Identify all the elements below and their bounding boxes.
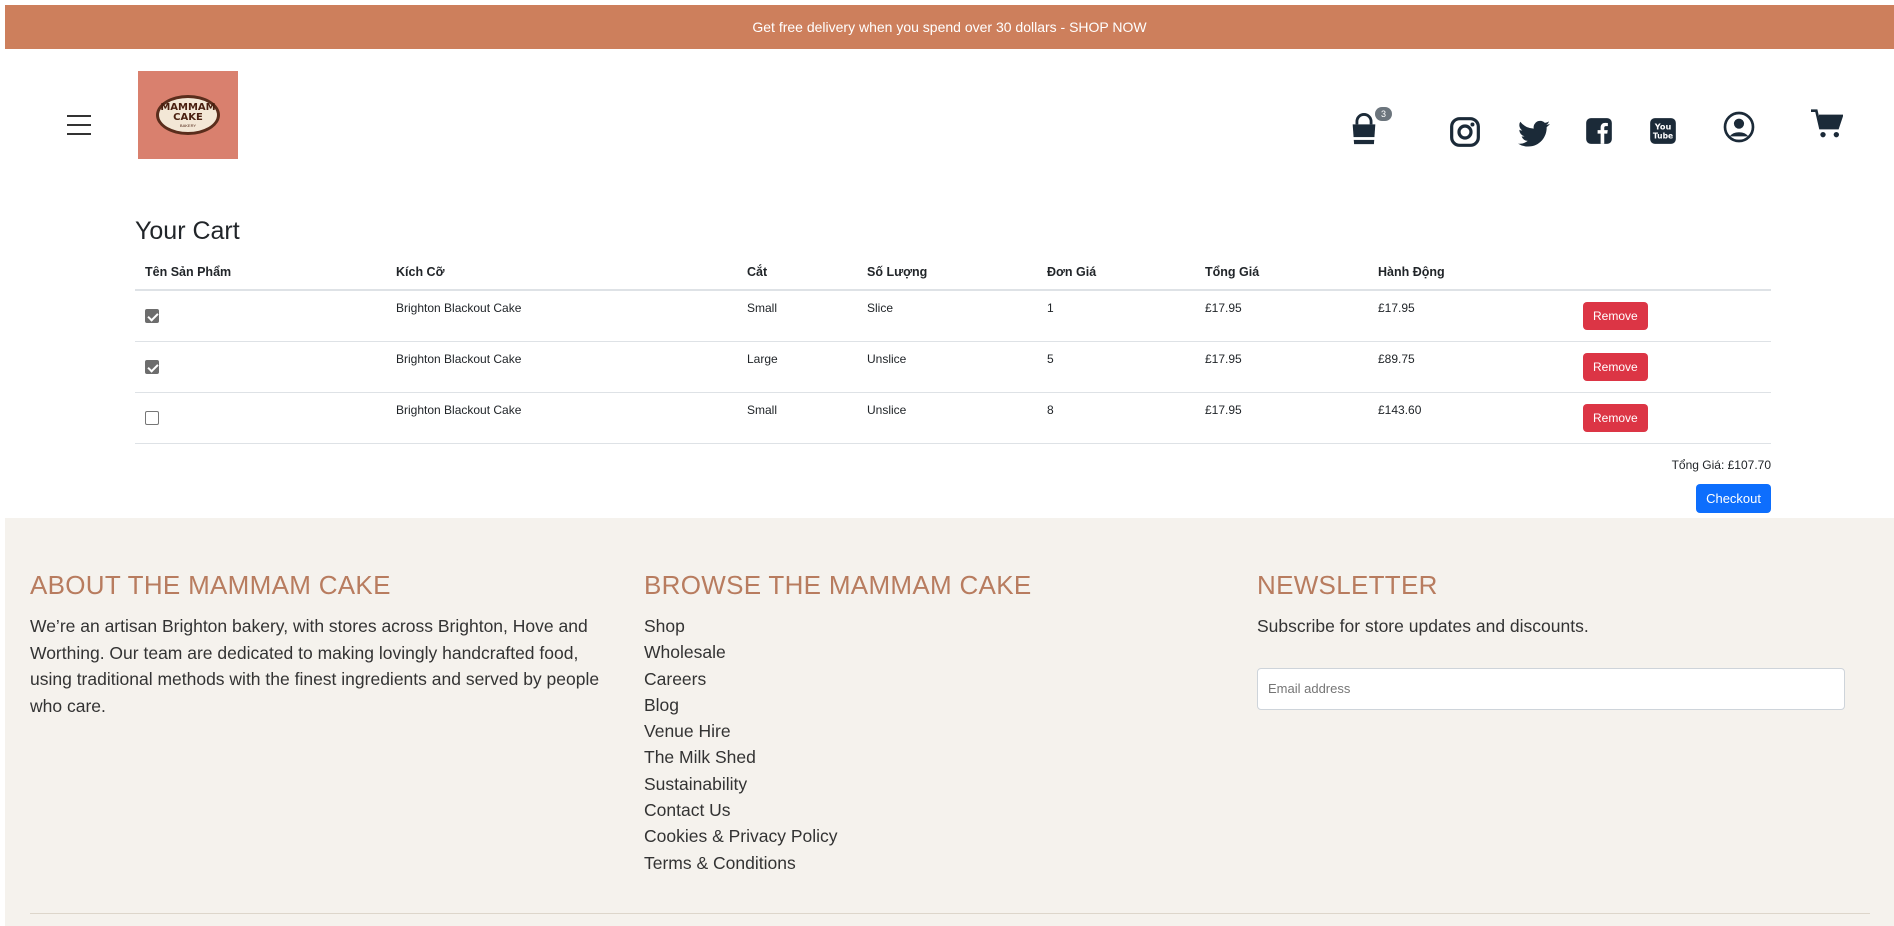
facebook-icon[interactable] xyxy=(1585,117,1613,145)
cart-section: Your Cart Tên Sản Phẩm Kích Cỡ Cắt Số Lư… xyxy=(135,217,1771,513)
cart-title: Your Cart xyxy=(135,217,240,245)
footer-link-milk-shed[interactable]: The Milk Shed xyxy=(644,744,1234,770)
cell-product-name: Brighton Blackout Cake xyxy=(386,290,737,342)
promo-banner[interactable]: Get free delivery when you spend over 30… xyxy=(5,5,1894,49)
col-header-size: Kích Cỡ xyxy=(386,259,737,291)
footer-newsletter-title: NEWSLETTER xyxy=(1257,570,1438,600)
cell-product-name: Brighton Blackout Cake xyxy=(386,341,737,393)
footer-link-careers[interactable]: Careers xyxy=(644,666,1234,692)
cell-cut: Unslice xyxy=(857,392,1037,444)
cart-table: Tên Sản Phẩm Kích Cỡ Cắt Số Lượng Đơn Gi… xyxy=(135,259,1771,444)
shopping-bag-icon[interactable]: 3 xyxy=(1347,107,1392,147)
instagram-icon[interactable] xyxy=(1449,116,1481,148)
cell-quantity: 5 xyxy=(1037,341,1195,393)
col-header-action: Hành Động xyxy=(1368,259,1573,291)
footer-about-title: ABOUT THE MAMMAM CAKE xyxy=(30,570,391,600)
cell-unit-price: £17.95 xyxy=(1195,392,1368,444)
bag-count-badge: 3 xyxy=(1375,107,1392,121)
col-header-product: Tên Sản Phẩm xyxy=(135,259,386,291)
svg-text:You: You xyxy=(1654,121,1672,131)
cell-quantity: 8 xyxy=(1037,392,1195,444)
remove-button[interactable]: Remove xyxy=(1583,301,1648,330)
site-footer: ABOUT THE MAMMAM CAKE We’re an artisan B… xyxy=(5,518,1894,926)
col-header-quantity: Số Lượng xyxy=(857,259,1037,291)
col-header-cut: Cắt xyxy=(737,259,857,291)
row-select-checkbox[interactable] xyxy=(145,410,159,425)
cell-total-price: £17.95 xyxy=(1368,290,1573,342)
svg-text:Tube: Tube xyxy=(1653,132,1673,141)
footer-link-blog[interactable]: Blog xyxy=(644,692,1234,718)
cell-cut: Slice xyxy=(857,290,1037,342)
menu-icon[interactable] xyxy=(67,115,91,135)
site-logo[interactable]: MAMMAM CAKE BAKERY xyxy=(138,71,238,159)
cell-cut: Unslice xyxy=(857,341,1037,393)
cell-total-price: £143.60 xyxy=(1368,392,1573,444)
footer-link-terms[interactable]: Terms & Conditions xyxy=(644,850,1234,876)
remove-button[interactable]: Remove xyxy=(1583,352,1648,381)
footer-link-sustainability[interactable]: Sustainability xyxy=(644,771,1234,797)
col-header-total-price: Tổng Giá xyxy=(1195,259,1368,291)
cart-grand-total: Tổng Giá: £107.70 xyxy=(1671,457,1771,472)
footer-browse: BROWSE THE MAMMAM CAKE Shop Wholesale Ca… xyxy=(644,570,1234,876)
row-select-checkbox[interactable] xyxy=(145,309,159,324)
cell-product-name: Brighton Blackout Cake xyxy=(386,392,737,444)
cell-size: Small xyxy=(737,392,857,444)
footer-link-wholesale[interactable]: Wholesale xyxy=(644,639,1234,665)
footer-link-contact[interactable]: Contact Us xyxy=(644,797,1234,823)
user-icon[interactable] xyxy=(1723,111,1755,143)
footer-divider xyxy=(30,913,1870,914)
table-row: Brighton Blackout Cake Small Unslice 8 £… xyxy=(135,392,1771,444)
cart-header-row: Tên Sản Phẩm Kích Cỡ Cắt Số Lượng Đơn Gi… xyxy=(135,259,1771,291)
remove-button[interactable]: Remove xyxy=(1583,403,1648,432)
footer-link-privacy[interactable]: Cookies & Privacy Policy xyxy=(644,823,1234,849)
cart-icon[interactable] xyxy=(1811,109,1843,139)
table-row: Brighton Blackout Cake Small Slice 1 £17… xyxy=(135,290,1771,342)
cell-size: Large xyxy=(737,341,857,393)
cell-unit-price: £17.95 xyxy=(1195,290,1368,342)
col-header-unit-price: Đơn Giá xyxy=(1037,259,1195,291)
cell-total-price: £89.75 xyxy=(1368,341,1573,393)
table-row: Brighton Blackout Cake Large Unslice 5 £… xyxy=(135,341,1771,393)
twitter-icon[interactable] xyxy=(1518,120,1550,148)
footer-link-venue-hire[interactable]: Venue Hire xyxy=(644,718,1234,744)
page: Get free delivery when you spend over 30… xyxy=(5,5,1894,926)
cell-quantity: 1 xyxy=(1037,290,1195,342)
footer-newsletter-text: Subscribe for store updates and discount… xyxy=(1257,616,1589,636)
cell-size: Small xyxy=(737,290,857,342)
site-header: MAMMAM CAKE BAKERY 3 You Tube xyxy=(5,49,1894,169)
footer-about-text: We’re an artisan Brighton bakery, with s… xyxy=(30,616,600,716)
email-field[interactable] xyxy=(1257,667,1845,710)
row-select-checkbox[interactable] xyxy=(145,359,159,374)
footer-about: ABOUT THE MAMMAM CAKE We’re an artisan B… xyxy=(30,570,620,719)
youtube-icon[interactable]: You Tube xyxy=(1649,117,1677,145)
checkout-button[interactable]: Checkout xyxy=(1696,483,1771,513)
footer-link-shop[interactable]: Shop xyxy=(644,613,1234,639)
footer-browse-title: BROWSE THE MAMMAM CAKE xyxy=(644,570,1032,600)
col-header-blank xyxy=(1573,259,1771,291)
logo-badge: MAMMAM CAKE BAKERY xyxy=(156,95,220,135)
cell-unit-price: £17.95 xyxy=(1195,341,1368,393)
footer-newsletter: NEWSLETTER Subscribe for store updates a… xyxy=(1257,570,1857,710)
promo-text[interactable]: Get free delivery when you spend over 30… xyxy=(752,19,1146,35)
